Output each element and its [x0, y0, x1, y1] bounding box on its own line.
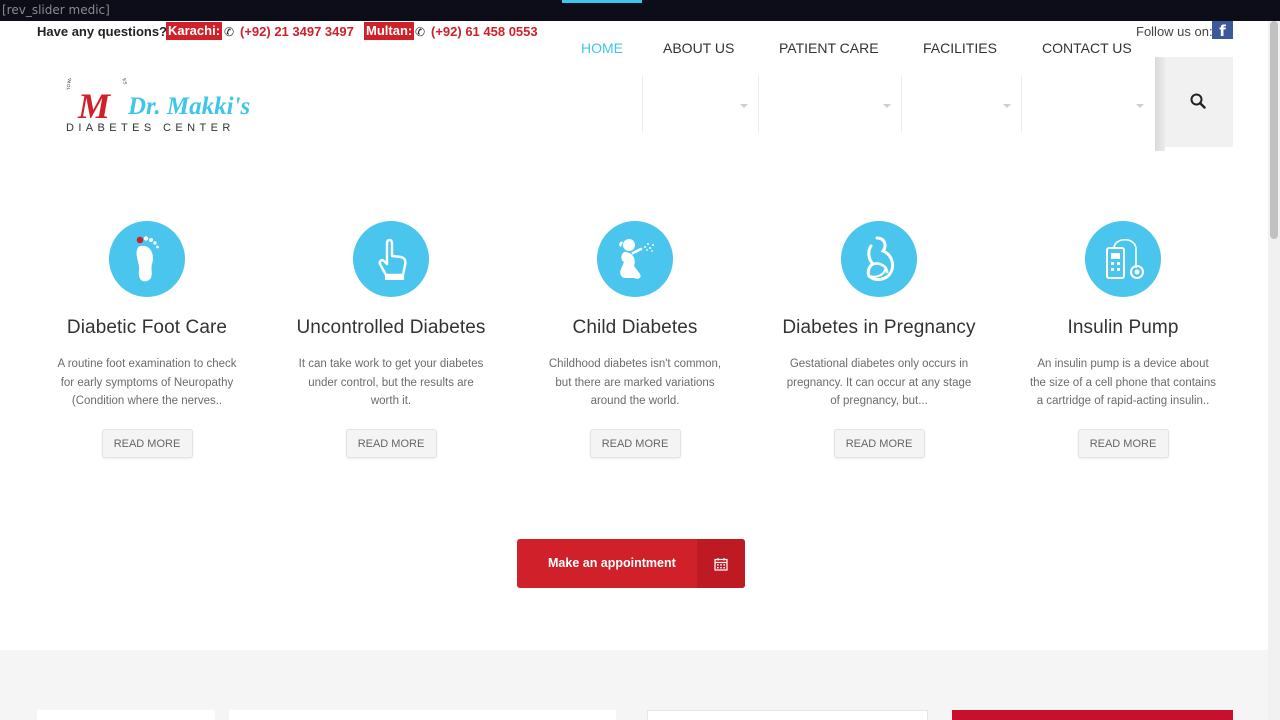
feature-description: Gestational diabetes only occurs in preg… [786, 358, 972, 407]
read-more-button[interactable]: READ MORE [589, 428, 681, 458]
logo-initial: M [77, 86, 112, 126]
child-icon [597, 221, 673, 297]
feature-diabetic-foot-care: Diabetic Foot Care A routine foot examin… [37, 221, 257, 458]
feature-description: An insulin pump is a device about the si… [1029, 358, 1217, 407]
hand-pointer-icon [353, 221, 429, 297]
facebook-icon[interactable]: f [1212, 21, 1233, 40]
lower-card [647, 710, 928, 720]
chevron-down-icon [740, 104, 748, 108]
appointment-label: Make an appointment [548, 556, 676, 570]
nav-home[interactable]: HOME [562, 0, 642, 90]
questions-label: Have any questions? [37, 24, 168, 39]
nav-home-label: HOME [581, 40, 623, 56]
multan-phone-link[interactable]: (+92) 61 458 0553 [431, 21, 538, 43]
scrollbar[interactable] [1268, 21, 1280, 720]
lower-card [229, 710, 616, 720]
nav-divider [758, 75, 759, 133]
feature-title: Diabetic Foot Care [66, 317, 228, 338]
karachi-badge: Karachi: [166, 22, 223, 40]
chevron-down-icon [883, 104, 891, 108]
search-box-fold [1155, 57, 1165, 151]
pregnancy-icon [841, 221, 917, 297]
feature-description: A routine foot examination to check for … [57, 358, 237, 407]
make-appointment-button[interactable]: Make an appointment [517, 539, 745, 588]
nav-divider [901, 75, 902, 133]
phone-icon: ✆ [224, 25, 235, 39]
read-more-button[interactable]: READ MORE [1077, 428, 1169, 458]
feature-title: Diabetes in Pregnancy [782, 317, 976, 338]
nav-facilities-label: FACILITIES [923, 40, 997, 56]
feature-description: It can take work to get your diabetes un… [298, 358, 484, 407]
insulin-pump-icon [1085, 221, 1161, 297]
read-more-button[interactable]: READ MORE [101, 428, 193, 458]
follow-us-label: Follow us on: [1136, 24, 1213, 39]
logo-subtitle: DIABETES CENTER [66, 122, 235, 134]
chevron-down-icon [1136, 104, 1144, 108]
search-icon [1190, 93, 1206, 109]
lower-red-card [952, 710, 1233, 720]
karachi-phone-link[interactable]: (+92) 21 3497 3497 [240, 21, 354, 43]
nav-divider [1021, 75, 1022, 133]
feature-title: Insulin Pump [1067, 317, 1179, 338]
nav-patient-care[interactable]: PATIENT CARE [779, 0, 879, 90]
foot-icon [109, 221, 185, 297]
phone-icon: ✆ [415, 25, 426, 39]
read-more-button[interactable]: READ MORE [833, 428, 925, 458]
multan-badge: Multan: [364, 22, 415, 40]
site-logo[interactable]: TOWARDS EXCELLENCE IN DIABETES CARE M Dr… [62, 57, 280, 138]
lower-card [37, 710, 215, 720]
nav-about-us[interactable]: ABOUT US [663, 0, 734, 90]
feature-description: Childhood diabetes isn't common, but the… [548, 358, 722, 407]
nav-patient-care-label: PATIENT CARE [779, 40, 879, 56]
feature-title: Child Diabetes [572, 317, 698, 338]
lower-section [0, 650, 1268, 720]
scrollbar-thumb[interactable] [1270, 21, 1278, 239]
nav-contact-us[interactable]: CONTACT US [1042, 0, 1132, 90]
feature-diabetes-in-pregnancy: Diabetes in Pregnancy Gestational diabet… [769, 221, 989, 458]
nav-facilities[interactable]: FACILITIES [923, 0, 997, 90]
nav-contact-label: CONTACT US [1042, 40, 1132, 56]
feature-title: Uncontrolled Diabetes [296, 317, 486, 338]
search-button[interactable] [1155, 57, 1233, 151]
chevron-down-icon [1003, 104, 1011, 108]
nav-about-label: ABOUT US [663, 40, 735, 56]
logo-name: Dr. Makki's [127, 93, 250, 120]
feature-child-diabetes: Child Diabetes Childhood diabetes isn't … [525, 221, 745, 458]
read-more-button[interactable]: READ MORE [345, 428, 437, 458]
feature-insulin-pump: Insulin Pump An insulin pump is a device… [1013, 221, 1233, 458]
nav-divider [642, 75, 643, 133]
calendar-icon [697, 539, 745, 588]
feature-uncontrolled-diabetes: Uncontrolled Diabetes It can take work t… [281, 221, 501, 458]
